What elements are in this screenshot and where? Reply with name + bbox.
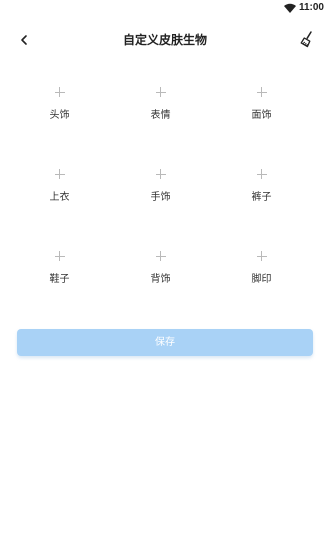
slot-label: 鞋子	[49, 274, 70, 285]
slot-label: 脚印	[251, 274, 272, 285]
slot-top[interactable]: 上衣	[9, 162, 110, 244]
slot-label: 手饰	[150, 192, 171, 203]
plus-icon	[256, 251, 267, 261]
slot-shoes[interactable]: 鞋子	[9, 244, 110, 326]
status-bar: 11:00	[0, 0, 330, 16]
slot-label: 裤子	[251, 192, 272, 203]
slot-hand-accessory[interactable]: 手饰	[110, 162, 211, 244]
slot-headwear[interactable]: 头饰	[9, 80, 110, 162]
plus-icon	[155, 251, 166, 261]
back-button[interactable]	[14, 28, 34, 52]
broom-icon	[300, 31, 312, 48]
slot-footprint[interactable]: 脚印	[211, 244, 312, 326]
slot-label: 上衣	[49, 192, 70, 203]
screen: 11:00 自定义皮肤生物 头饰 表情 面饰 上衣 手饰 裤子 鞋子 背饰 脚印…	[0, 0, 330, 550]
status-time: 11:00	[298, 2, 324, 13]
clear-button[interactable]	[298, 30, 316, 50]
slot-pants[interactable]: 裤子	[211, 162, 312, 244]
plus-icon	[155, 169, 166, 179]
slot-label: 背饰	[150, 274, 171, 285]
chevron-left-icon	[21, 35, 27, 45]
slot-label: 面饰	[251, 110, 272, 121]
header: 自定义皮肤生物	[0, 28, 330, 52]
slot-expression[interactable]: 表情	[110, 80, 211, 162]
slot-back-accessory[interactable]: 背饰	[110, 244, 211, 326]
plus-icon	[155, 87, 166, 97]
plus-icon	[54, 87, 65, 97]
wifi-icon	[284, 3, 296, 13]
page-title: 自定义皮肤生物	[122, 33, 207, 47]
plus-icon	[54, 169, 65, 179]
plus-icon	[54, 251, 65, 261]
slot-label: 表情	[150, 110, 171, 121]
slot-face-accessory[interactable]: 面饰	[211, 80, 312, 162]
plus-icon	[256, 169, 267, 179]
accessory-grid: 头饰 表情 面饰 上衣 手饰 裤子 鞋子 背饰 脚印	[9, 80, 312, 326]
save-button[interactable]: 保存	[17, 329, 313, 356]
plus-icon	[256, 87, 267, 97]
slot-label: 头饰	[49, 110, 70, 121]
